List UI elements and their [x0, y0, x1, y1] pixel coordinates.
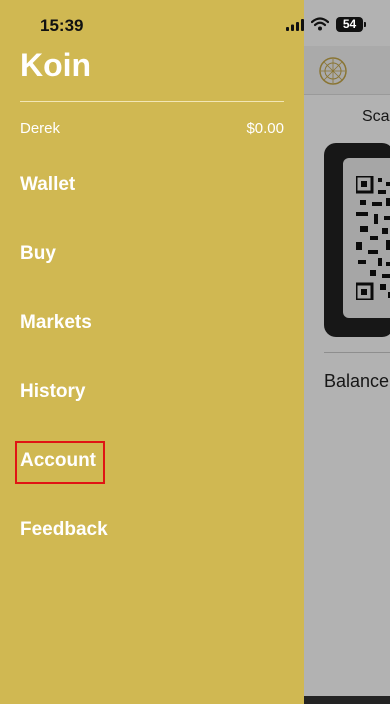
drawer-scrim[interactable] — [304, 0, 390, 704]
menu-item-feedback[interactable]: Feedback — [20, 519, 108, 541]
cellular-signal-icon — [286, 19, 304, 31]
menu-item-history[interactable]: History — [20, 381, 85, 403]
status-bar: 15:39 54 — [0, 0, 390, 46]
user-name: Derek — [20, 120, 61, 137]
side-drawer: Koin Derek $0.00 Wallet Buy Markets Hist… — [0, 0, 304, 704]
status-time: 15:39 — [40, 16, 84, 35]
battery-icon: 54 — [336, 17, 366, 32]
menu-item-buy[interactable]: Buy — [20, 243, 56, 265]
user-balance: $0.00 — [246, 120, 284, 137]
menu-item-markets[interactable]: Markets — [20, 312, 92, 334]
wifi-icon — [311, 17, 329, 31]
account-highlight-box — [15, 441, 105, 484]
menu-item-wallet[interactable]: Wallet — [20, 174, 75, 196]
user-row: Derek $0.00 — [20, 120, 284, 137]
drawer-divider — [20, 101, 284, 102]
app-title: Koin — [20, 47, 92, 83]
